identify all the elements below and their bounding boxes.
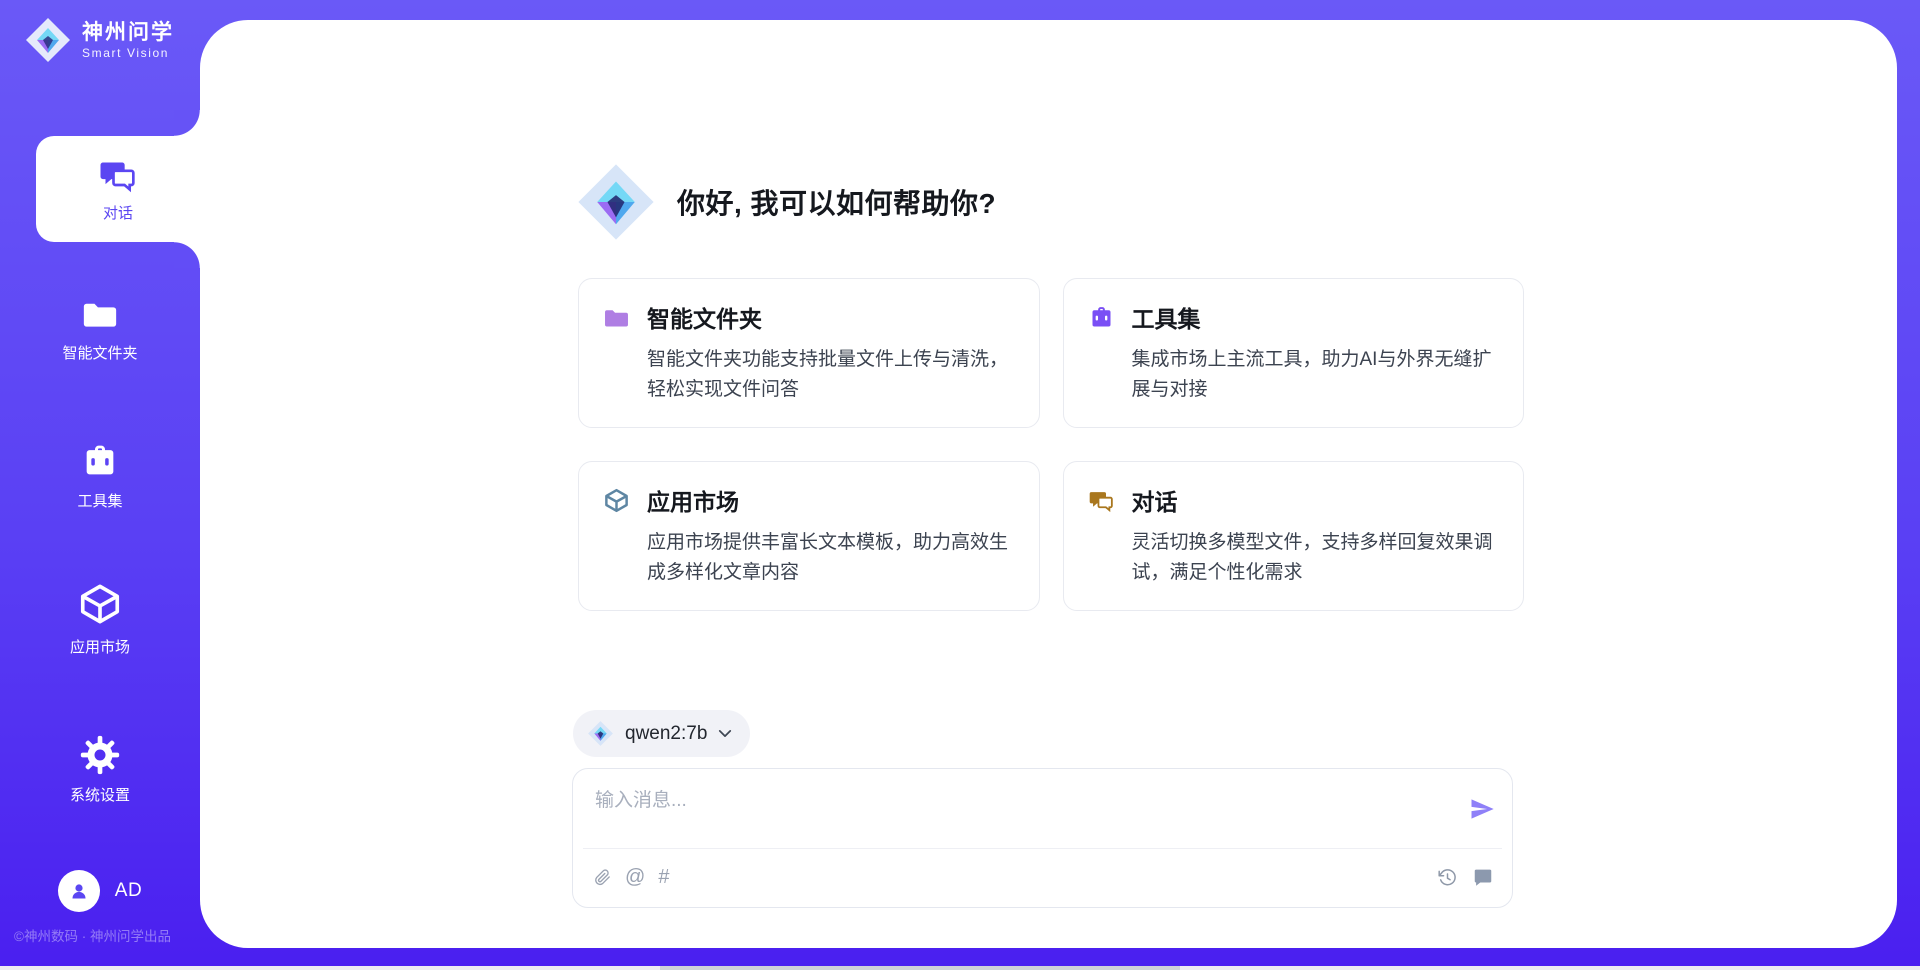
sidebar-item-label: 系统设置 bbox=[70, 784, 130, 805]
card-description: 应用市场提供丰富长文本模板，助力高效生成多样化文章内容 bbox=[647, 528, 1015, 588]
history-icon[interactable] bbox=[1437, 867, 1458, 888]
message-input[interactable] bbox=[593, 783, 1437, 843]
card-title: 智能文件夹 bbox=[647, 300, 762, 334]
card-description: 灵活切换多模型文件，支持多样回复效果调试，满足个性化需求 bbox=[1132, 528, 1500, 588]
mention-icon[interactable]: @ bbox=[625, 867, 645, 887]
card-description: 集成市场上主流工具，助力AI与外界无缝扩展与对接 bbox=[1132, 345, 1500, 405]
toolbox-icon bbox=[80, 441, 120, 481]
card-chat[interactable]: 对话 灵活切换多模型文件，支持多样回复效果调试，满足个性化需求 bbox=[1063, 461, 1525, 611]
gear-icon bbox=[80, 735, 120, 775]
sidebar-item-app-market[interactable]: 应用市场 bbox=[0, 581, 200, 657]
sidebar-item-label: 智能文件夹 bbox=[62, 342, 137, 363]
greeting-header: 你好, 我可以如何帮助你? bbox=[575, 160, 996, 244]
cube-icon bbox=[77, 581, 123, 627]
card-toolbox[interactable]: 工具集 集成市场上主流工具，助力AI与外界无缝扩展与对接 bbox=[1063, 278, 1525, 428]
folder-icon bbox=[81, 295, 119, 333]
message-composer: @ # bbox=[572, 768, 1513, 908]
sidebar-item-label: 应用市场 bbox=[70, 636, 130, 657]
hashtag-icon[interactable]: # bbox=[658, 867, 669, 887]
card-smart-folder[interactable]: 智能文件夹 智能文件夹功能支持批量文件上传与清洗，轻松实现文件问答 bbox=[578, 278, 1040, 428]
avatar bbox=[58, 870, 100, 912]
chat-icon bbox=[98, 155, 138, 195]
brand-name: 神州问学 bbox=[82, 20, 174, 46]
brand-diamond-icon bbox=[24, 16, 72, 64]
copyright-text: ©神州数码 · 神州问学出品 bbox=[14, 925, 171, 945]
card-title: 对话 bbox=[1132, 483, 1178, 517]
sidebar-item-settings[interactable]: 系统设置 bbox=[0, 735, 200, 805]
brand-logo: 神州问学 Smart Vision bbox=[24, 16, 174, 64]
composer-toolbar: @ # bbox=[593, 859, 1494, 895]
card-description: 智能文件夹功能支持批量文件上传与清洗，轻松实现文件问答 bbox=[647, 345, 1015, 405]
user-profile[interactable]: AD bbox=[0, 870, 200, 912]
card-app-market[interactable]: 应用市场 应用市场提供丰富长文本模板，助力高效生成多样化文章内容 bbox=[578, 461, 1040, 611]
scrollbar-thumb[interactable] bbox=[660, 966, 1180, 970]
greeting-diamond-icon bbox=[575, 160, 657, 244]
send-button[interactable] bbox=[1468, 795, 1496, 823]
chat-icon bbox=[1088, 487, 1115, 514]
chevron-down-icon bbox=[718, 729, 732, 738]
send-icon bbox=[1468, 795, 1496, 823]
app-root: 神州问学 Smart Vision 对话 智能文件夹 bbox=[0, 0, 1920, 970]
tab-fillet-bottom bbox=[174, 242, 200, 268]
toolbox-icon bbox=[1088, 304, 1115, 331]
composer-divider bbox=[583, 848, 1502, 849]
sidebar-item-label: 对话 bbox=[103, 202, 133, 223]
horizontal-scrollbar[interactable] bbox=[0, 966, 1920, 970]
sidebar-item-toolbox[interactable]: 工具集 bbox=[0, 441, 200, 511]
attachment-icon[interactable] bbox=[593, 868, 612, 887]
cube-icon bbox=[603, 487, 630, 514]
folder-icon bbox=[603, 304, 630, 331]
model-selector[interactable]: qwen2:7b bbox=[573, 710, 750, 757]
chat-bubble-icon[interactable] bbox=[1472, 866, 1494, 888]
sidebar-item-label: 工具集 bbox=[77, 490, 122, 511]
tab-fillet-top bbox=[174, 110, 200, 136]
card-title: 工具集 bbox=[1132, 300, 1201, 334]
model-name: qwen2:7b bbox=[625, 723, 707, 745]
greeting-text: 你好, 我可以如何帮助你? bbox=[677, 182, 996, 222]
sidebar-item-smart-folder[interactable]: 智能文件夹 bbox=[0, 295, 200, 363]
model-diamond-icon bbox=[587, 720, 614, 747]
user-initials: AD bbox=[115, 880, 142, 902]
brand-subtitle: Smart Vision bbox=[82, 46, 174, 60]
feature-cards: 智能文件夹 智能文件夹功能支持批量文件上传与清洗，轻松实现文件问答 工具集 集成… bbox=[578, 278, 1524, 611]
sidebar-item-chat[interactable]: 对话 bbox=[36, 136, 200, 242]
card-title: 应用市场 bbox=[647, 483, 739, 517]
